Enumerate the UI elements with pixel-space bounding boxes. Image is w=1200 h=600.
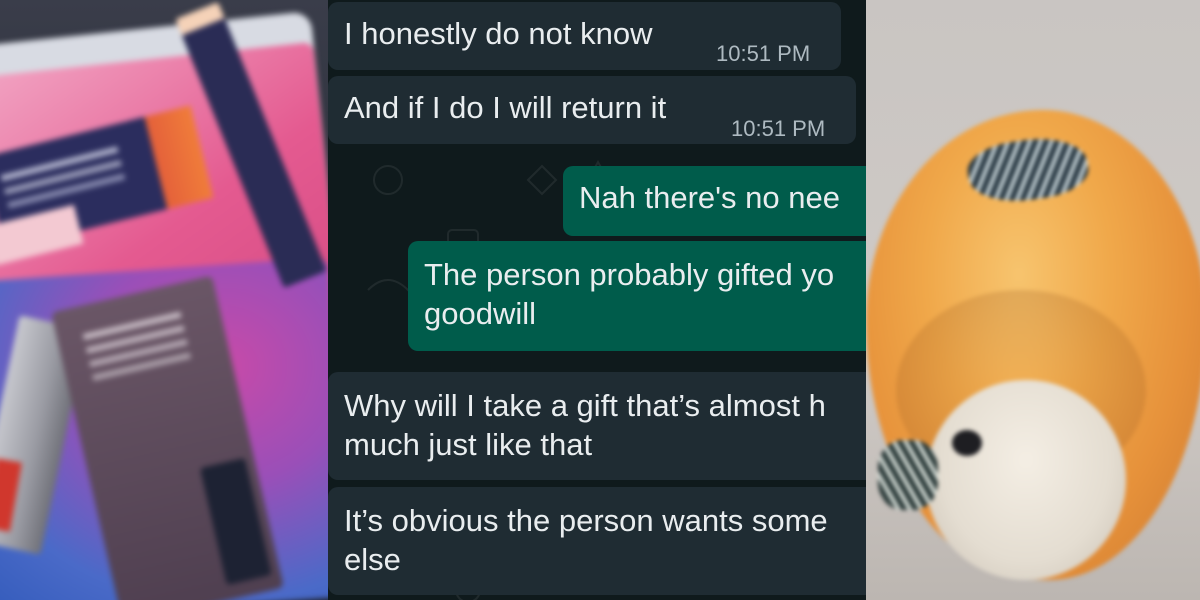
plush-toy-photo (866, 0, 1200, 600)
image-collage: I honestly do not know 10:51 PM And if I… (0, 0, 1200, 600)
chat-message-incoming[interactable]: And if I do I will return it 10:51 PM (328, 76, 856, 144)
chat-message-outgoing[interactable]: The person probably gifted yo goodwill (408, 241, 866, 351)
message-text-line: much just like that (344, 427, 593, 462)
message-timestamp: 10:51 PM (731, 116, 826, 141)
chat-message-outgoing[interactable]: Nah there's no nee (563, 166, 866, 236)
money-notes (878, 440, 938, 510)
chat-message-incoming[interactable]: I honestly do not know 10:51 PM (328, 2, 841, 70)
plush-face (926, 380, 1126, 580)
chat-message-incoming[interactable]: Why will I take a gift that’s almost h m… (328, 372, 866, 480)
message-text: And if I do I will return it (344, 90, 667, 125)
message-timestamp: 10:51 PM (716, 41, 811, 66)
message-text-line: The person probably gifted yo (424, 257, 835, 292)
message-text-line: goodwill (424, 296, 537, 331)
plush-eye (952, 430, 982, 456)
chat-message-incoming[interactable]: It’s obvious the person wants some else (328, 487, 866, 595)
message-text-line: Why will I take a gift that’s almost h (344, 388, 826, 423)
message-text: I honestly do not know (344, 16, 653, 51)
gift-boxes-photo (0, 0, 330, 600)
message-text: Nah there's no nee (579, 180, 840, 215)
message-text-line: else (344, 542, 401, 577)
chat-screenshot: I honestly do not know 10:51 PM And if I… (328, 0, 866, 600)
message-text-line: It’s obvious the person wants some (344, 503, 828, 538)
